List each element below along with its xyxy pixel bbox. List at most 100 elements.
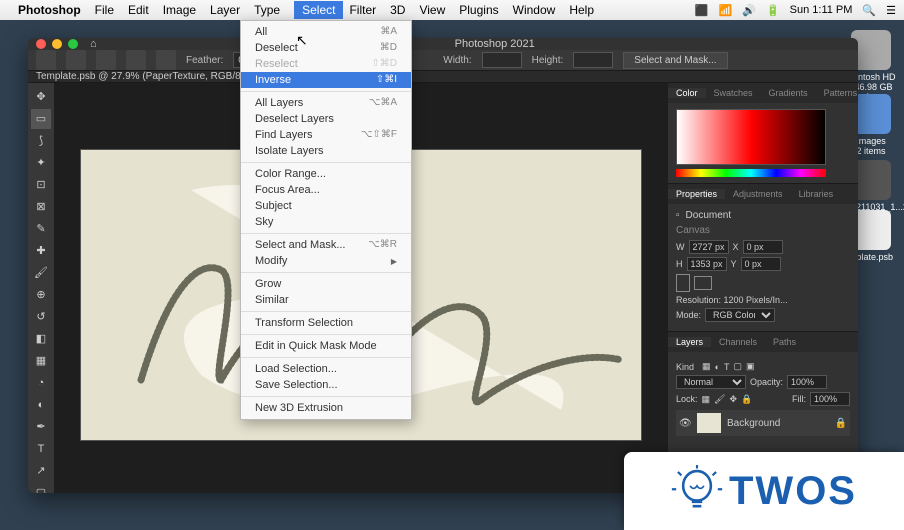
clock[interactable]: Sun 1:11 PM xyxy=(790,4,853,16)
gradient-tool-icon[interactable]: ▦ xyxy=(31,351,51,371)
mode-select[interactable]: RGB Color xyxy=(705,308,775,322)
menu-item-modify[interactable]: Modify xyxy=(241,253,411,269)
crop-tool-icon[interactable]: ⊡ xyxy=(31,175,51,195)
menu-item-sky[interactable]: Sky xyxy=(241,214,411,230)
move-tool-icon[interactable]: ✥ xyxy=(31,87,51,107)
menu-3d[interactable]: 3D xyxy=(390,3,405,17)
menu-item-deselect-layers[interactable]: Deselect Layers xyxy=(241,111,411,127)
menu-select[interactable]: Select xyxy=(294,1,343,19)
menu-item-find-layers[interactable]: Find Layers⌥⇧⌘F xyxy=(241,127,411,143)
menu-item-deselect[interactable]: Deselect⌘D xyxy=(241,40,411,56)
menu-item-focus-area[interactable]: Focus Area... xyxy=(241,182,411,198)
menu-plugins[interactable]: Plugins xyxy=(459,3,498,17)
width-input[interactable] xyxy=(482,52,522,68)
menu-item-color-range[interactable]: Color Range... xyxy=(241,166,411,182)
menu-item-grow[interactable]: Grow xyxy=(241,276,411,292)
height-input[interactable] xyxy=(573,52,613,68)
menu-image[interactable]: Image xyxy=(163,3,196,17)
menu-view[interactable]: View xyxy=(419,3,445,17)
eyedropper-tool-icon[interactable]: ✎ xyxy=(31,219,51,239)
menu-file[interactable]: File xyxy=(95,3,114,17)
menu-item-all-layers[interactable]: All Layers⌥⌘A xyxy=(241,95,411,111)
history-brush-tool-icon[interactable]: ↺ xyxy=(31,307,51,327)
wifi-icon[interactable]: 📶 xyxy=(719,4,733,17)
menu-item-isolate-layers[interactable]: Isolate Layers xyxy=(241,143,411,159)
lock-position-icon[interactable]: ✥ xyxy=(729,394,737,405)
filter-adjust-icon[interactable]: ◐ xyxy=(715,362,720,372)
filter-pixel-icon[interactable]: ▦ xyxy=(702,361,711,372)
selection-mode-new-icon[interactable] xyxy=(66,50,86,70)
menu-edit[interactable]: Edit xyxy=(128,3,149,17)
menu-item-similar[interactable]: Similar xyxy=(241,292,411,308)
tab-layers[interactable]: Layers xyxy=(668,337,711,347)
wand-tool-icon[interactable]: ✦ xyxy=(31,153,51,173)
dodge-tool-icon[interactable]: ◐ xyxy=(31,395,51,415)
blend-mode-select[interactable]: Normal xyxy=(676,375,746,389)
menu-item-select-and-mask[interactable]: Select and Mask...⌥⌘R xyxy=(241,237,411,253)
menu-item-load-selection[interactable]: Load Selection... xyxy=(241,361,411,377)
tab-gradients[interactable]: Gradients xyxy=(761,88,816,98)
pen-tool-icon[interactable]: ✒ xyxy=(31,417,51,437)
window-titlebar[interactable]: ⌂ Photoshop 2021 xyxy=(28,38,858,50)
filter-type-icon[interactable]: T xyxy=(724,362,730,372)
menu-item-transform-selection[interactable]: Transform Selection xyxy=(241,315,411,331)
tab-color[interactable]: Color xyxy=(668,88,706,98)
brush-tool-icon[interactable]: 🖌 xyxy=(31,263,51,283)
menu-type[interactable]: Type xyxy=(254,3,280,17)
tab-patterns[interactable]: Patterns xyxy=(816,88,858,98)
close-icon[interactable] xyxy=(36,39,46,49)
visibility-icon[interactable]: 👁 xyxy=(679,418,691,429)
tool-preset-icon[interactable] xyxy=(36,50,56,70)
shape-tool-icon[interactable]: ▢ xyxy=(31,483,51,493)
battery-icon[interactable]: 🔋 xyxy=(766,4,780,17)
tab-properties[interactable]: Properties xyxy=(668,189,725,199)
tab-channels[interactable]: Channels xyxy=(711,337,765,347)
lock-all-icon[interactable]: 🔒 xyxy=(741,394,752,405)
lasso-tool-icon[interactable]: ⟆ xyxy=(31,131,51,151)
select-menu-dropdown[interactable]: All⌘ADeselect⌘DReselect⇧⌘DInverse⇧⌘IAll … xyxy=(240,20,412,420)
y-value-input[interactable] xyxy=(741,257,781,271)
path-tool-icon[interactable]: ↗ xyxy=(31,461,51,481)
marquee-tool-icon[interactable]: ▭ xyxy=(31,109,51,129)
lock-transparency-icon[interactable]: ▦ xyxy=(702,394,711,405)
menu-item-new-3d-extrusion[interactable]: New 3D Extrusion xyxy=(241,400,411,416)
frame-tool-icon[interactable]: ⊠ xyxy=(31,197,51,217)
menu-item-edit-in-quick-mask-mode[interactable]: Edit in Quick Mask Mode xyxy=(241,338,411,354)
lock-paint-icon[interactable]: 🖌 xyxy=(714,394,725,405)
layer-thumbnail[interactable] xyxy=(697,413,721,433)
height-value-input[interactable] xyxy=(687,257,727,271)
menu-filter[interactable]: Filter xyxy=(349,3,376,17)
zoom-icon[interactable] xyxy=(68,39,78,49)
selection-mode-add-icon[interactable] xyxy=(96,50,116,70)
orientation-portrait-icon[interactable] xyxy=(676,274,690,292)
menu-item-subject[interactable]: Subject xyxy=(241,198,411,214)
tab-adjustments[interactable]: Adjustments xyxy=(725,189,791,199)
opacity-input[interactable] xyxy=(787,375,827,389)
layer-row[interactable]: 👁 Background 🔒 xyxy=(676,410,850,436)
home-icon[interactable]: ⌂ xyxy=(90,38,97,50)
menu-item-inverse[interactable]: Inverse⇧⌘I xyxy=(241,72,411,88)
selection-mode-subtract-icon[interactable] xyxy=(126,50,146,70)
tab-swatches[interactable]: Swatches xyxy=(706,88,761,98)
volume-icon[interactable]: 🔊 xyxy=(742,4,756,17)
width-value-input[interactable] xyxy=(689,240,729,254)
hue-slider[interactable] xyxy=(676,169,826,177)
color-picker[interactable] xyxy=(676,109,826,165)
search-icon[interactable]: 🔍 xyxy=(862,4,876,17)
filter-shape-icon[interactable]: ▢ xyxy=(733,361,742,372)
select-and-mask-button[interactable]: Select and Mask... xyxy=(623,52,727,69)
fill-input[interactable] xyxy=(810,392,850,406)
document-tab[interactable]: Template.psb @ 27.9% (PaperTexture, RGB/… xyxy=(28,71,858,83)
stamp-tool-icon[interactable]: ⊕ xyxy=(31,285,51,305)
menu-layer[interactable]: Layer xyxy=(210,3,240,17)
selection-mode-intersect-icon[interactable] xyxy=(156,50,176,70)
tab-libraries[interactable]: Libraries xyxy=(791,189,842,199)
controls-icon[interactable]: ☰ xyxy=(886,4,896,17)
menu-item-all[interactable]: All⌘A xyxy=(241,24,411,40)
orientation-landscape-icon[interactable] xyxy=(694,276,712,290)
tab-paths[interactable]: Paths xyxy=(765,337,804,347)
blur-tool-icon[interactable]: ◔ xyxy=(31,373,51,393)
eraser-tool-icon[interactable]: ◧ xyxy=(31,329,51,349)
menu-window[interactable]: Window xyxy=(513,3,556,17)
x-value-input[interactable] xyxy=(743,240,783,254)
